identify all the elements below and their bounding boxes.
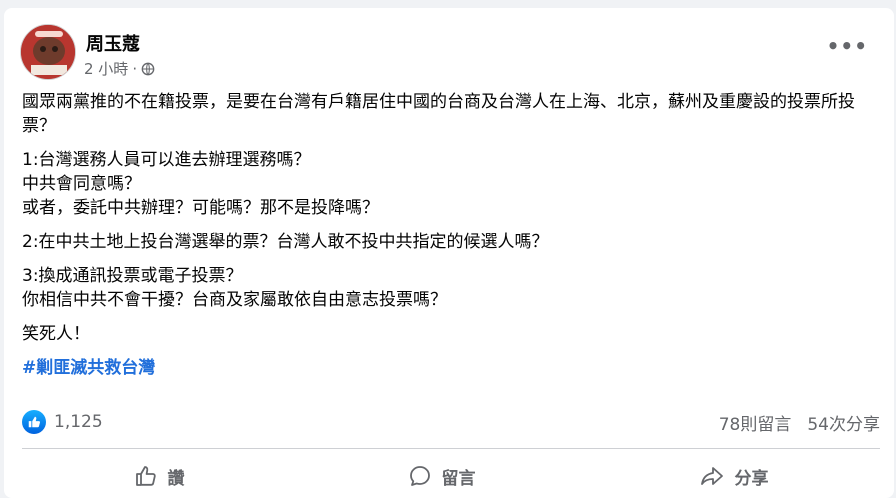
post-time[interactable]: 2 小時 <box>84 58 128 79</box>
author-avatar[interactable] <box>20 24 76 80</box>
post-paragraph: 2:在中共土地上投台灣選舉的票？台灣人敢不投中共指定的候選人嗎？ <box>22 232 549 252</box>
post-paragraph: 1:台灣選務人員可以進去辦理選務嗎？ 中共會同意嗎？ 或者，委託中共辦理？可能嗎… <box>22 150 379 218</box>
post-meta: 2 小時 · <box>84 58 155 79</box>
post-paragraph: 國眾兩黨推的不在籍投票，是要在台灣有戶籍居住中國的台商及台灣人在上海、北京，蘇州… <box>22 92 855 136</box>
hashtag-link[interactable]: #剿匪滅共救台灣 <box>22 356 882 380</box>
share-button-label: 分享 <box>734 468 769 489</box>
like-button-label: 讚 <box>167 468 185 489</box>
share-icon <box>700 467 723 485</box>
share-count[interactable]: 54次分享 <box>807 410 880 435</box>
post-stats: 1,125 78則留言 54次分享 <box>22 408 880 436</box>
divider <box>22 448 880 449</box>
globe-icon <box>141 62 155 75</box>
engagement-counts: 78則留言 54次分享 <box>719 410 880 435</box>
share-button[interactable]: 分享 <box>699 464 769 489</box>
like-button[interactable]: 讚 <box>134 464 185 489</box>
post-card: 周玉蔻 2 小時 · ••• 國眾兩黨推的不在籍投票，是要在台灣有戶籍居住中國的… <box>4 8 894 498</box>
reactions-summary[interactable]: 1,125 <box>22 410 103 434</box>
comment-button-label: 留言 <box>441 468 476 489</box>
meta-separator: · <box>132 59 138 78</box>
post-body: 國眾兩黨推的不在籍投票，是要在台灣有戶籍居住中國的台商及台灣人在上海、北京，蘇州… <box>22 90 882 390</box>
more-icon[interactable]: ••• <box>827 34 868 58</box>
post-paragraph: 笑死人！ <box>22 324 90 344</box>
like-outline-icon <box>135 466 156 486</box>
action-bar: 讚 留言 分享 <box>22 454 880 498</box>
comment-icon <box>409 466 430 486</box>
author-name[interactable]: 周玉蔻 <box>86 30 140 56</box>
like-count: 1,125 <box>54 412 103 432</box>
comment-button[interactable]: 留言 <box>408 464 476 489</box>
post-paragraph: 3:換成通訊投票或電子投票？ 你相信中共不會干擾？台商及家屬敢依自由意志投票嗎？ <box>22 266 447 310</box>
avatar-image <box>21 25 75 79</box>
like-icon <box>22 410 46 434</box>
comment-count[interactable]: 78則留言 <box>719 410 792 435</box>
